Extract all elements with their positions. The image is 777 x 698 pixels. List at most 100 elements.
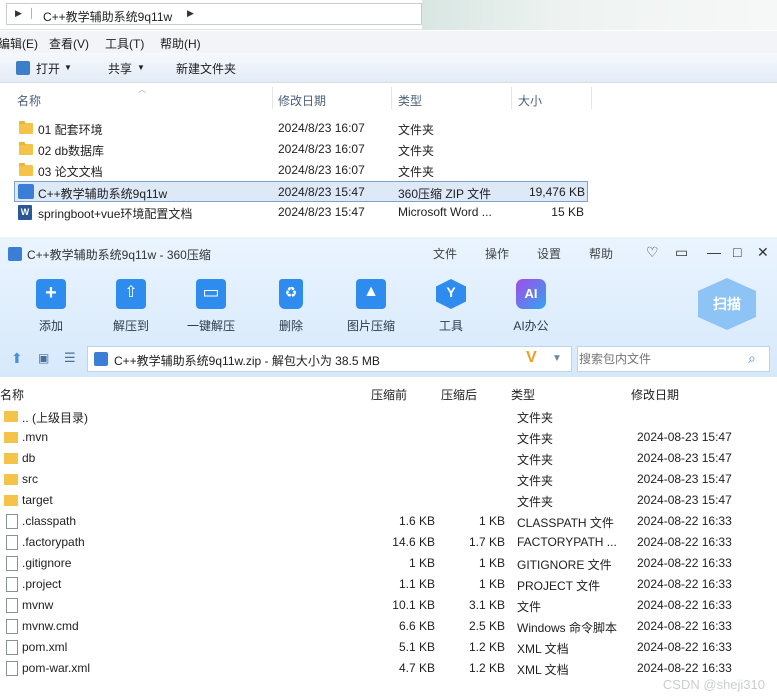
search-input[interactable]	[579, 348, 739, 370]
table-row[interactable]: .mvn 文件夹 2024-08-23 15:47	[0, 427, 777, 448]
col-date[interactable]: 修改日期	[278, 92, 326, 109]
add-icon: +	[36, 279, 66, 309]
col-compressed[interactable]: 压缩后	[441, 386, 477, 403]
cell-type: 文件夹	[517, 453, 554, 467]
chevron-right-icon[interactable]: ▶	[15, 8, 22, 19]
cell-type: XML 文档	[517, 642, 569, 656]
close-icon[interactable]: ✕	[757, 244, 769, 261]
menu-help[interactable]: 帮助	[589, 245, 613, 262]
table-row[interactable]: mvnw.cmd 6.6 KB 2.5 KB Windows 命令脚本 2024-08-…	[0, 616, 777, 637]
cell-name: .factorypath	[22, 535, 85, 549]
table-row[interactable]: pom.xml 5.1 KB 1.2 KB XML 文档 2024-08-22 16:3…	[0, 637, 777, 658]
folder-icon	[4, 495, 18, 506]
file-name: 02 db数据库	[38, 144, 105, 158]
v-logo-icon[interactable]: V	[526, 349, 537, 367]
search-icon[interactable]: ⌕	[748, 350, 756, 367]
table-row[interactable]: target 文件夹 2024-08-23 15:47	[0, 490, 777, 511]
image-compress-button[interactable]: ▲ 图片压缩	[341, 279, 401, 333]
breadcrumb-folder[interactable]: C++教学辅助系统9q11w	[43, 8, 172, 25]
table-row[interactable]: src 文件夹 2024-08-23 15:47	[0, 469, 777, 490]
cell-date: 2024-08-22 16:33	[637, 661, 732, 675]
menu-file[interactable]: 文件	[433, 245, 457, 262]
col-type[interactable]: 类型	[398, 92, 422, 109]
cell-compressed-size: 1.2 KB	[468, 640, 505, 654]
feedback-icon[interactable]: ▭	[675, 244, 688, 261]
table-row[interactable]: pom-war.xml 4.7 KB 1.2 KB XML 文档 2024-08-22 …	[0, 658, 777, 679]
list-item[interactable]: 03 论文文档 2024/8/23 16:07 文件夹	[14, 160, 588, 181]
cell-compressed-size: 1 KB	[478, 514, 505, 528]
new-folder-button[interactable]: 新建文件夹	[176, 60, 236, 77]
tools-button[interactable]: Y 工具	[421, 279, 481, 333]
menu-view[interactable]: 查看(V)	[49, 35, 89, 52]
chevron-right-icon[interactable]: ▶	[187, 8, 194, 19]
menu-edit[interactable]: 编辑(E)	[0, 35, 38, 52]
open-button[interactable]: 打开	[36, 60, 60, 77]
table-row[interactable]: db 文件夹 2024-08-23 15:47	[0, 448, 777, 469]
cell-type: CLASSPATH 文件	[517, 516, 614, 530]
cell-date: 2024-08-22 16:33	[637, 556, 732, 570]
up-arrow-icon[interactable]: ⬆	[11, 350, 23, 367]
zip-icon	[18, 184, 34, 199]
search-box: ⌕	[577, 346, 770, 372]
list-item[interactable]: 02 db数据库 2024/8/23 16:07 文件夹	[14, 139, 588, 160]
menu-help[interactable]: 帮助(H)	[160, 35, 201, 52]
one-click-extract-button[interactable]: ▭ 一键解压	[181, 279, 241, 333]
table-row[interactable]: mvnw 10.1 KB 3.1 KB 文件 2024-08-22 16:33	[0, 595, 777, 616]
window-title: C++教学辅助系统9q11w - 360压缩	[27, 248, 211, 262]
tools-label: 工具	[438, 319, 463, 333]
thumbnail-view-icon[interactable]: ▣	[38, 351, 49, 365]
list-item[interactable]: 01 配套环境 2024/8/23 16:07 文件夹	[14, 118, 588, 139]
file-date: 2024/8/23 15:47	[278, 185, 365, 199]
col-packed[interactable]: 压缩前	[371, 386, 407, 403]
col-size[interactable]: 大小	[518, 92, 542, 109]
col-name[interactable]: 名称	[0, 386, 24, 403]
cell-packed-size: 6.6 KB	[398, 619, 435, 633]
chevron-down-icon[interactable]: ▼	[137, 63, 145, 72]
cell-compressed-size: 1.7 KB	[468, 535, 505, 549]
col-date[interactable]: 修改日期	[631, 386, 679, 403]
col-name[interactable]: 名称	[17, 92, 41, 109]
table-row[interactable]: .project 1.1 KB 1 KB PROJECT 文件 2024-08-22 1…	[0, 574, 777, 595]
file-name: 03 论文文档	[38, 165, 103, 179]
blurred-area	[422, 0, 777, 30]
menu-settings[interactable]: 设置	[537, 245, 561, 262]
image-compress-icon: ▲	[356, 279, 386, 309]
table-row[interactable]: .. (上级目录) 文件夹	[0, 406, 777, 427]
folder-icon	[4, 411, 18, 422]
file-type: 360压缩 ZIP 文件	[398, 187, 492, 201]
minimize-icon[interactable]: —	[707, 244, 721, 260]
cell-date: 2024-08-23 15:47	[637, 493, 732, 507]
shirt-icon[interactable]: ♡	[646, 244, 659, 261]
chevron-down-icon[interactable]: ▼	[64, 63, 72, 72]
file-name: springboot+vue环境配置文档	[38, 207, 193, 221]
folder-icon	[4, 453, 18, 464]
list-view-icon[interactable]: ☰	[64, 350, 76, 366]
menu-action[interactable]: 操作	[485, 245, 509, 262]
file-icon	[6, 556, 18, 571]
ai-office-button[interactable]: AI AI办公	[501, 279, 561, 333]
list-item[interactable]: W springboot+vue环境配置文档 2024/8/23 15:47 M…	[14, 202, 588, 223]
maximize-icon[interactable]: □	[733, 244, 741, 260]
list-item-selected[interactable]: C++教学辅助系统9q11w 2024/8/23 15:47 360压缩 ZIP…	[14, 181, 588, 202]
menu-tools[interactable]: 工具(T)	[105, 35, 144, 52]
trash-icon: ♻	[279, 279, 303, 309]
delete-button[interactable]: ♻ 删除	[261, 279, 321, 333]
extract-to-label: 解压到	[112, 319, 149, 333]
cell-packed-size: 4.7 KB	[398, 661, 435, 675]
path-bar[interactable]: C++教学辅助系统9q11w.zip - 解包大小为 38.5 MB V ▼	[87, 346, 572, 372]
add-button[interactable]: + 添加	[21, 279, 81, 333]
cell-type: XML 文档	[517, 663, 569, 677]
table-row[interactable]: .classpath 1.6 KB 1 KB CLASSPATH 文件 2024-08-…	[0, 511, 777, 532]
explorer-column-header: ︿ 名称 修改日期 类型 大小	[0, 85, 777, 109]
chevron-down-icon[interactable]: ▼	[552, 353, 562, 364]
cell-packed-size: 10.1 KB	[392, 598, 435, 612]
separator: │	[29, 8, 35, 18]
share-button[interactable]: 共享	[108, 60, 132, 77]
table-row[interactable]: .gitignore 1 KB 1 KB GITIGNORE 文件 2024-08-22…	[0, 553, 777, 574]
table-row[interactable]: .factorypath 14.6 KB 1.7 KB FACTORYPATH ...…	[0, 532, 777, 553]
folder-icon	[4, 432, 18, 443]
col-type[interactable]: 类型	[511, 386, 535, 403]
extract-to-button[interactable]: ⇧ 解压到	[101, 279, 161, 333]
file-date: 2024/8/23 15:47	[278, 205, 365, 219]
breadcrumb[interactable]: ▶ │ C++教学辅助系统9q11w ▶	[6, 3, 422, 25]
